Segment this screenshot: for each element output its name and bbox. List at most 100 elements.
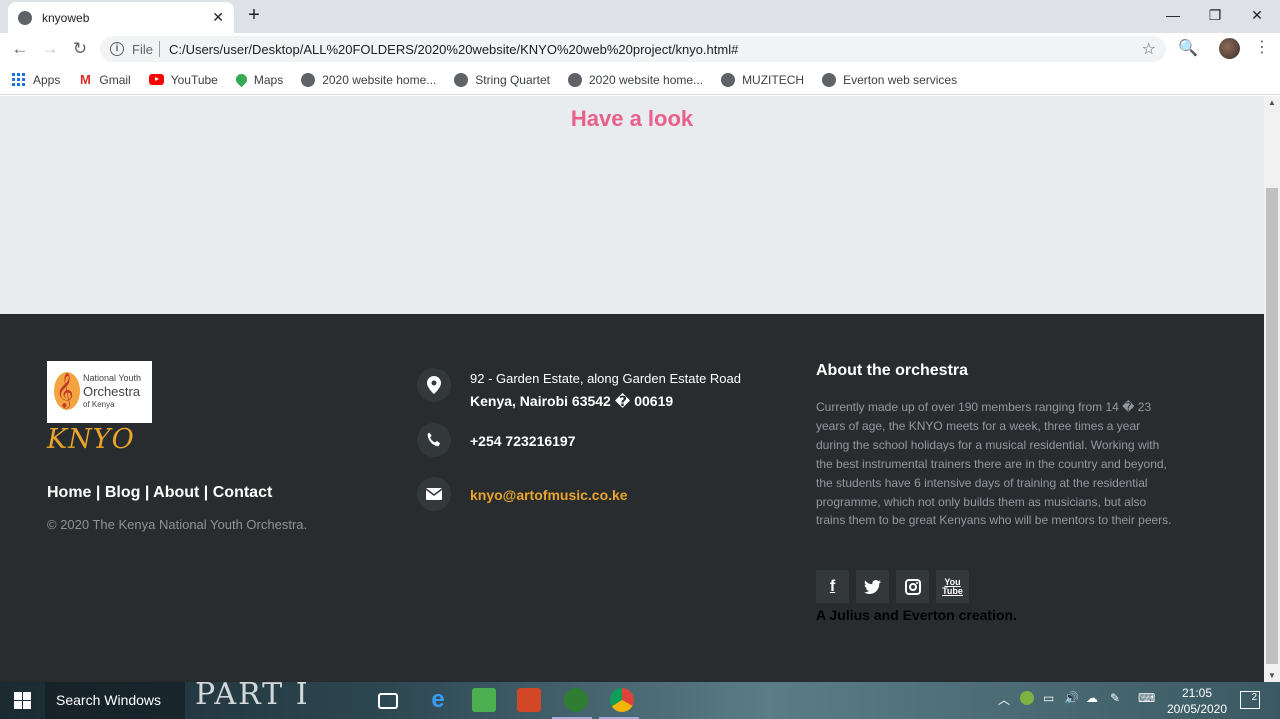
globe-icon [301, 72, 316, 87]
logo-text-line1: National Youth [83, 373, 142, 383]
credit-text: A Julius and Everton creation. [816, 607, 1017, 623]
globe-icon [454, 72, 469, 87]
maps-icon [233, 71, 250, 88]
bookmark-gmail[interactable]: M Gmail [78, 71, 131, 87]
bookmark-muzitech[interactable]: MUZITECH [721, 72, 804, 87]
globe-icon [721, 72, 736, 87]
copyright: © 2020 The Kenya National Youth Orchestr… [47, 517, 308, 532]
twitter-icon[interactable] [856, 570, 889, 603]
scroll-up-arrow[interactable]: ▲ [1264, 98, 1280, 107]
bookmark-label: 2020 website home... [588, 72, 704, 87]
about-text: Currently made up of over 190 members ra… [816, 400, 1172, 528]
bookmark-label: 2020 website home... [322, 72, 437, 87]
edge-icon[interactable]: e [426, 688, 450, 712]
info-icon[interactable]: i [110, 42, 124, 56]
bookmarks-bar: Apps M Gmail YouTube Maps 2020 website h… [0, 65, 1280, 95]
bookmark-website-home-1[interactable]: 2020 website home... [301, 72, 437, 87]
phone-number: +254 723216197 [470, 433, 576, 449]
minimize-button[interactable]: — [1150, 0, 1196, 30]
new-tab-button[interactable]: + [244, 4, 264, 27]
taskbar-search[interactable]: Search Windows [45, 682, 185, 719]
restore-button[interactable]: ❐ [1192, 0, 1238, 30]
page-viewport: Have a look National Youth Orchestra of … [0, 96, 1264, 682]
bookmark-star-icon[interactable]: ☆ [1142, 39, 1156, 59]
battery-icon[interactable]: ▭ [1043, 691, 1054, 705]
windows-taskbar: Search Windows PART I e ︿ ▭ 🔊 ☁ ✎ ⌨ 21:0… [0, 677, 1280, 719]
profile-avatar[interactable] [1219, 38, 1240, 59]
forward-button[interactable]: → [38, 37, 62, 61]
bookmark-label: Maps [253, 72, 284, 87]
gmail-icon: M [79, 71, 91, 87]
bookmark-string-quartet[interactable]: String Quartet [454, 72, 550, 87]
bookmark-maps[interactable]: Maps [233, 71, 284, 88]
tab-title: knyoweb [42, 10, 90, 25]
whatsapp-app-icon[interactable] [564, 688, 588, 712]
powerpoint-icon[interactable] [517, 688, 541, 712]
treble-clef-icon [54, 372, 80, 410]
task-view-icon[interactable] [378, 693, 398, 709]
footer-link-about[interactable]: About [153, 484, 199, 501]
bookmark-apps[interactable]: Apps [12, 72, 61, 87]
globe-icon [822, 72, 837, 87]
footer-link-contact[interactable]: Contact [213, 484, 273, 501]
keyboard-icon[interactable]: ⌨ [1138, 691, 1155, 705]
envelope-icon [417, 477, 451, 511]
url-separator [158, 41, 160, 57]
wallpaper-text: PART I [195, 677, 310, 712]
address-line2: Kenya, Nairobi 63542 � 00619 [470, 393, 674, 409]
close-window-button[interactable]: ✕ [1234, 0, 1280, 30]
bookmark-website-home-2[interactable]: 2020 website home... [567, 72, 704, 87]
pen-icon[interactable]: ✎ [1110, 691, 1120, 705]
have-a-look-section: Have a look [0, 96, 1264, 314]
bookmark-label: Apps [33, 72, 61, 87]
windows-logo-icon [14, 692, 31, 709]
bookmark-youtube[interactable]: YouTube [148, 73, 218, 87]
page-scrollbar[interactable]: ▲ ▼ [1264, 96, 1280, 682]
footer-link-blog[interactable]: Blog [105, 484, 141, 501]
section-heading: Have a look [570, 106, 694, 131]
notepad-app-icon[interactable] [472, 688, 496, 712]
start-button[interactable] [0, 682, 45, 719]
bookmark-label: Everton web services [843, 72, 958, 87]
tab-strip: knyoweb ✕ + — ❐ ✕ [0, 0, 1280, 33]
clock-date: 20/05/2020 [1166, 702, 1228, 716]
close-tab-icon[interactable]: ✕ [212, 9, 224, 26]
browser-toolbar: ← → ↻ i File C:/Users/user/Desktop/ALL%2… [0, 33, 1280, 65]
bookmark-label: Gmail [99, 72, 131, 87]
url-scheme: File [132, 41, 153, 57]
back-button[interactable]: ← [8, 37, 32, 61]
globe-icon [567, 72, 582, 87]
scroll-thumb[interactable] [1266, 188, 1278, 664]
facebook-icon[interactable]: f [816, 570, 849, 603]
footer-link-home[interactable]: Home [47, 484, 91, 501]
system-clock[interactable]: 21:05 20/05/2020 [1166, 685, 1228, 717]
orchestra-logo: National Youth Orchestra of Kenya [47, 361, 152, 423]
youtube-icon [148, 74, 164, 85]
menu-icon[interactable]: ⋮ [1254, 37, 1270, 57]
onedrive-icon[interactable]: ☁ [1086, 691, 1098, 705]
globe-icon [18, 10, 32, 25]
tray-app-icon[interactable] [1020, 691, 1034, 705]
map-marker-icon [417, 368, 451, 402]
reload-button[interactable]: ↻ [68, 37, 92, 61]
footer-nav: Home | Blog | About | Contact [47, 484, 273, 501]
email-link[interactable]: knyo@artofmusic.co.ke [470, 487, 628, 503]
address-bar[interactable]: i File C:/Users/user/Desktop/ALL%20FOLDE… [100, 36, 1166, 62]
zoom-icon[interactable]: 🔍 [1178, 38, 1198, 58]
browser-tab[interactable]: knyoweb ✕ [8, 2, 234, 33]
brand-name: KNYO [47, 424, 135, 455]
phone-icon [417, 423, 451, 457]
logo-text-line2: Orchestra [83, 384, 141, 399]
instagram-icon[interactable] [896, 570, 929, 603]
url-text[interactable]: C:/Users/user/Desktop/ALL%20FOLDERS/2020… [169, 42, 738, 57]
notification-center-icon[interactable]: 2 [1240, 691, 1260, 709]
apps-icon [12, 72, 26, 87]
bookmark-everton[interactable]: Everton web services [822, 72, 958, 87]
tray-chevron-icon[interactable]: ︿ [998, 691, 1010, 708]
volume-icon[interactable]: 🔊 [1064, 691, 1079, 705]
chrome-icon[interactable] [610, 688, 634, 712]
site-footer: National Youth Orchestra of Kenya KNYO H… [0, 314, 1264, 682]
youtube-icon[interactable]: You Tube [936, 570, 969, 603]
scroll-down-arrow[interactable]: ▼ [1264, 671, 1280, 680]
about-title: About the orchestra [816, 362, 969, 379]
